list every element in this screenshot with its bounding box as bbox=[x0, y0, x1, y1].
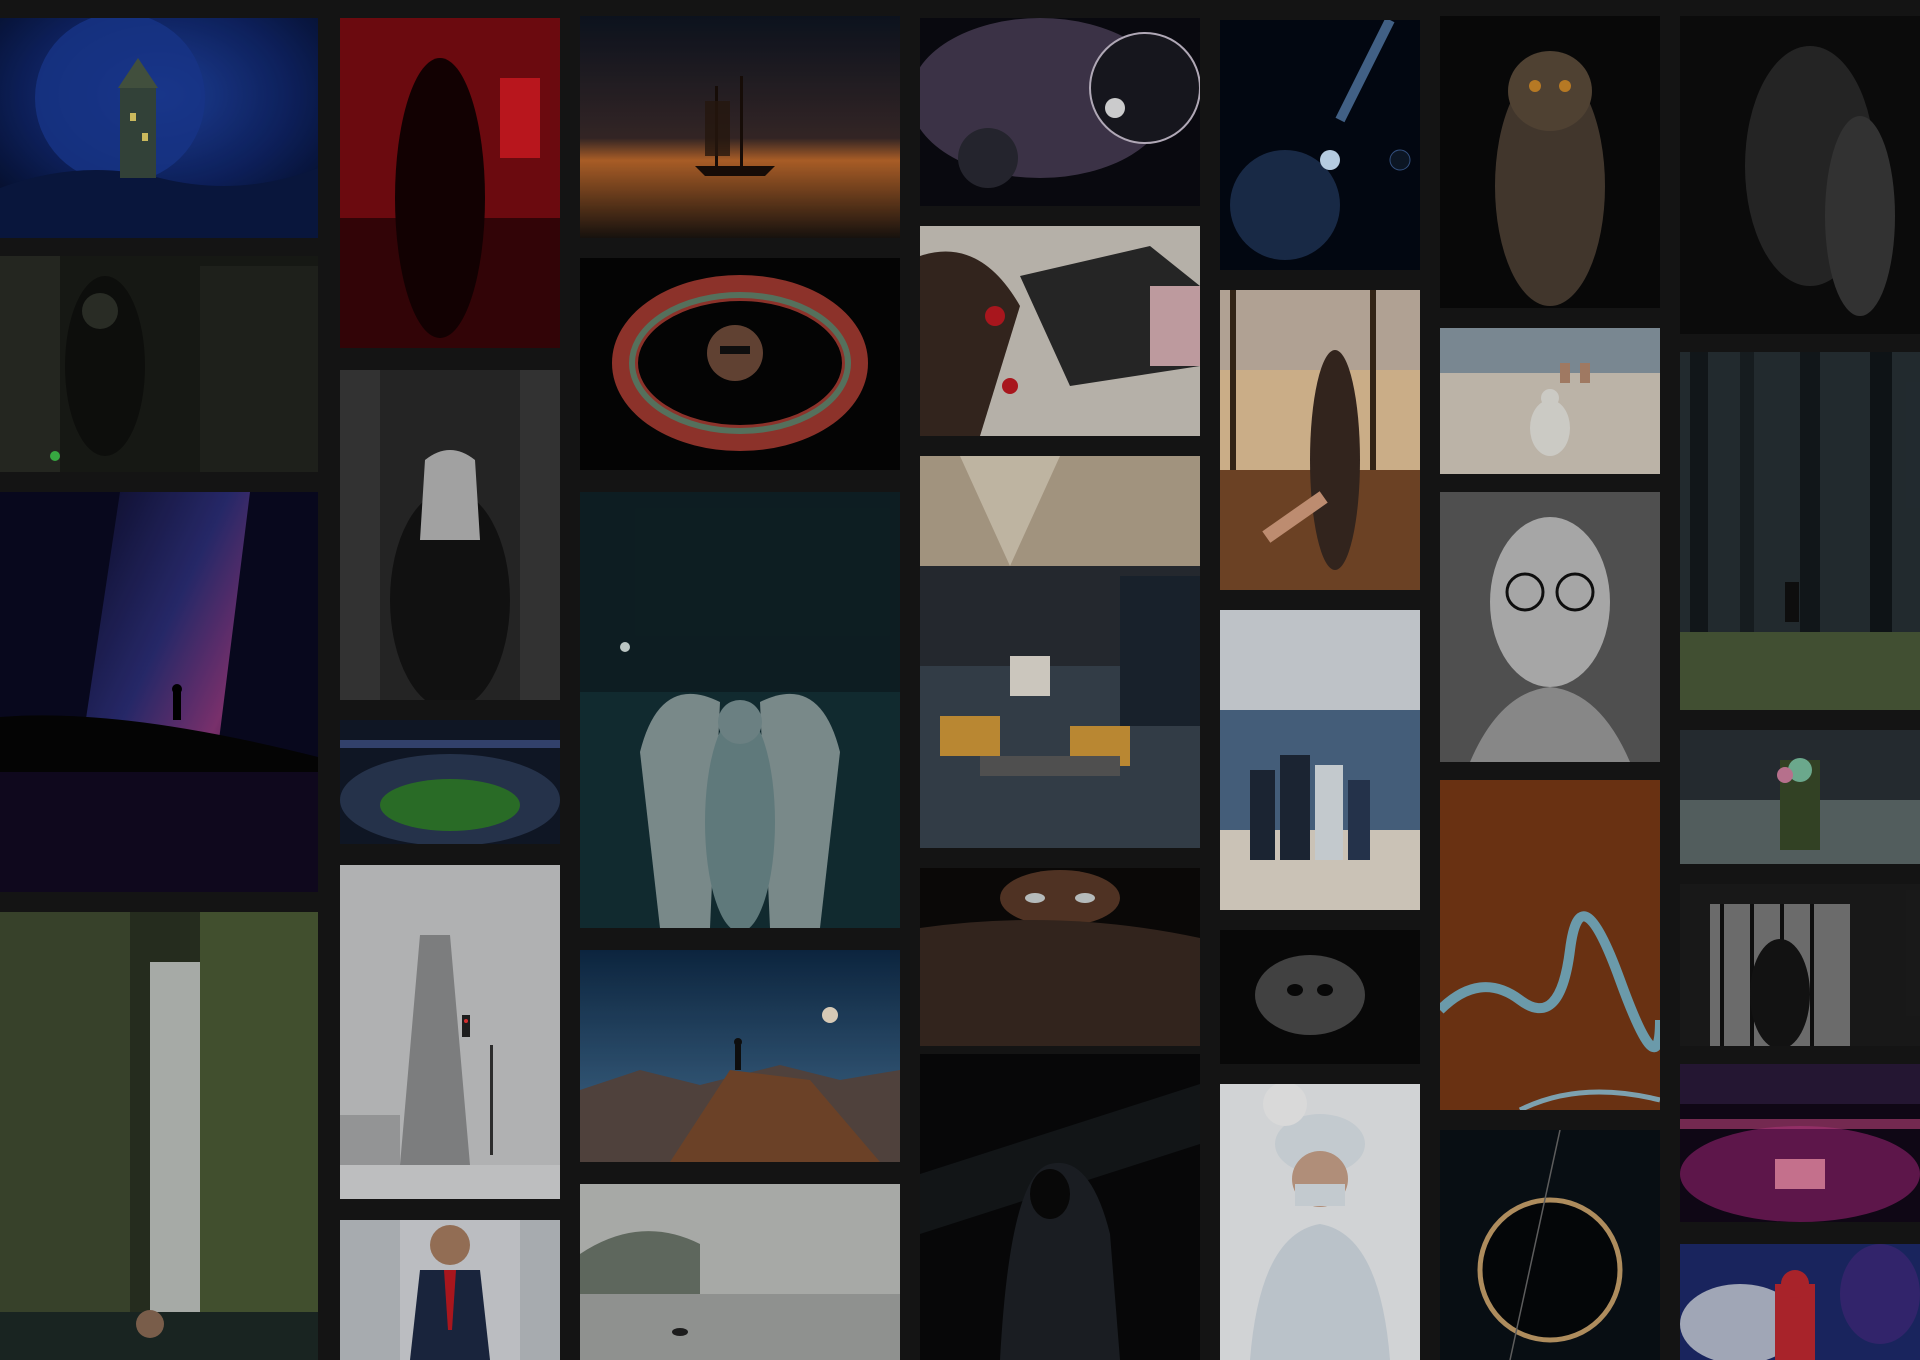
photo-hooded-green-mask[interactable] bbox=[1680, 730, 1920, 864]
photo-image bbox=[1680, 16, 1920, 334]
photo-image bbox=[580, 492, 900, 928]
photo-image bbox=[580, 258, 900, 470]
photo-eyes-peeking[interactable] bbox=[920, 868, 1200, 1046]
photo-planet-comet[interactable] bbox=[1220, 20, 1420, 270]
photo-owl-dark[interactable] bbox=[1440, 16, 1660, 308]
photo-restaurant-interior[interactable] bbox=[920, 456, 1200, 848]
photo-arena-lights[interactable] bbox=[1680, 1064, 1920, 1222]
photo-seagull-beach[interactable] bbox=[1440, 328, 1660, 474]
photo-image bbox=[1440, 16, 1660, 308]
photo-image bbox=[1440, 492, 1660, 762]
photo-image bbox=[580, 950, 900, 1162]
photo-image bbox=[1440, 780, 1660, 1110]
photo-family-beach[interactable] bbox=[1220, 610, 1420, 910]
photo-image bbox=[0, 18, 318, 238]
photo-image bbox=[920, 1054, 1200, 1360]
photo-image bbox=[340, 1220, 560, 1360]
photo-image bbox=[1220, 930, 1420, 1064]
photo-river-autumn-aerial[interactable] bbox=[1440, 780, 1660, 1110]
photo-woman-with-roses[interactable] bbox=[920, 226, 1200, 436]
photo-image bbox=[0, 912, 318, 1360]
photo-space-planets[interactable] bbox=[920, 18, 1200, 206]
photo-misty-lake[interactable] bbox=[580, 1184, 900, 1360]
photo-bandaged-face-bw[interactable] bbox=[1440, 492, 1660, 762]
photo-image bbox=[340, 370, 560, 700]
photo-image bbox=[340, 720, 560, 844]
photo-image bbox=[920, 456, 1200, 848]
photo-image bbox=[1440, 1130, 1660, 1360]
photo-image bbox=[1220, 290, 1420, 590]
photo-eclipse-dark[interactable] bbox=[1440, 1130, 1660, 1360]
photo-image bbox=[340, 18, 560, 348]
photo-woman-red-room[interactable] bbox=[340, 18, 560, 348]
photo-hooded-man-dark[interactable] bbox=[920, 1054, 1200, 1360]
photo-hooded-figure-bw[interactable] bbox=[340, 370, 560, 700]
photo-image bbox=[1220, 1084, 1420, 1360]
photo-ship-sunset[interactable] bbox=[580, 16, 900, 238]
photo-mask-closeup[interactable] bbox=[1220, 930, 1420, 1064]
photo-angel-statue-snow[interactable] bbox=[580, 492, 900, 928]
photo-soldier-in-shadow[interactable] bbox=[0, 256, 318, 472]
photo-smoke-red-hood[interactable] bbox=[1680, 1244, 1920, 1360]
photo-stadium-night[interactable] bbox=[340, 720, 560, 844]
photo-silhouette-bodies[interactable] bbox=[1680, 16, 1920, 334]
photo-waterfall-jungle[interactable] bbox=[0, 912, 318, 1360]
photo-hiker-mountain-peak[interactable] bbox=[580, 950, 900, 1162]
photo-image bbox=[1680, 352, 1920, 710]
photo-image bbox=[1220, 610, 1420, 910]
photo-image bbox=[340, 865, 560, 1199]
photo-image bbox=[1680, 1064, 1920, 1222]
photo-flatiron-fog[interactable] bbox=[340, 865, 560, 1199]
photo-image bbox=[920, 18, 1200, 206]
photo-milky-way-silhouette[interactable] bbox=[0, 492, 318, 892]
photo-image bbox=[1680, 884, 1920, 1046]
photo-image bbox=[920, 868, 1200, 1046]
photo-follow-me-autumn[interactable] bbox=[1220, 290, 1420, 590]
photo-image bbox=[1220, 20, 1420, 270]
photo-businessman-suit[interactable] bbox=[340, 1220, 560, 1360]
photo-image bbox=[920, 226, 1200, 436]
photo-image bbox=[1680, 730, 1920, 864]
photo-image bbox=[0, 492, 318, 892]
photo-image bbox=[1440, 328, 1660, 474]
photo-image bbox=[0, 256, 318, 472]
photo-image bbox=[580, 16, 900, 238]
photo-surgeon[interactable] bbox=[1220, 1084, 1420, 1360]
photo-man-glowing-ring[interactable] bbox=[580, 258, 900, 470]
photo-foggy-forest[interactable] bbox=[1680, 352, 1920, 710]
photo-fantasy-castle-moon[interactable] bbox=[0, 18, 318, 238]
photo-image bbox=[1680, 1244, 1920, 1360]
photo-image bbox=[580, 1184, 900, 1360]
photo-silhouette-bars[interactable] bbox=[1680, 884, 1920, 1046]
